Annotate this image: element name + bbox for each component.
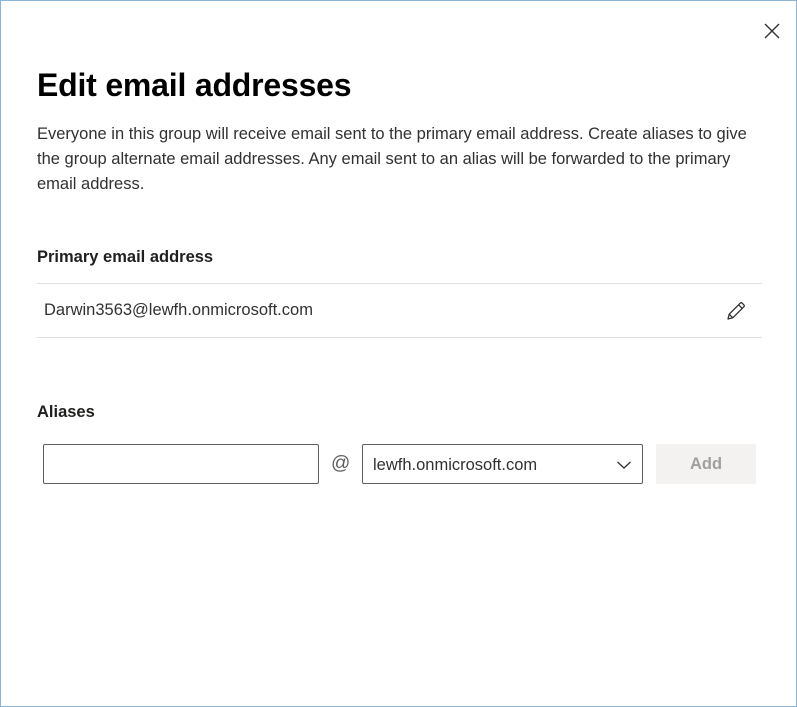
chevron-down-icon bbox=[617, 461, 631, 469]
close-icon bbox=[764, 23, 780, 39]
primary-email-label: Primary email address bbox=[37, 248, 214, 266]
dialog-description: Everyone in this group will receive emai… bbox=[37, 125, 747, 193]
alias-input[interactable] bbox=[43, 444, 319, 484]
add-alias-button[interactable]: Add bbox=[656, 444, 756, 484]
aliases-label: Aliases bbox=[37, 403, 95, 421]
edit-email-dialog: Edit email addresses Everyone in this gr… bbox=[0, 0, 797, 707]
pencil-icon bbox=[727, 302, 745, 320]
divider bbox=[37, 283, 762, 284]
primary-email-value: Darwin3563@lewfh.onmicrosoft.com bbox=[44, 301, 313, 319]
close-button[interactable] bbox=[758, 17, 786, 45]
domain-dropdown[interactable]: lewfh.onmicrosoft.com bbox=[362, 444, 643, 484]
at-symbol: @ bbox=[331, 453, 351, 474]
divider bbox=[37, 337, 762, 338]
dialog-title: Edit email addresses bbox=[37, 67, 352, 103]
edit-primary-email-button[interactable] bbox=[723, 298, 749, 324]
domain-selected-value: lewfh.onmicrosoft.com bbox=[373, 456, 538, 474]
